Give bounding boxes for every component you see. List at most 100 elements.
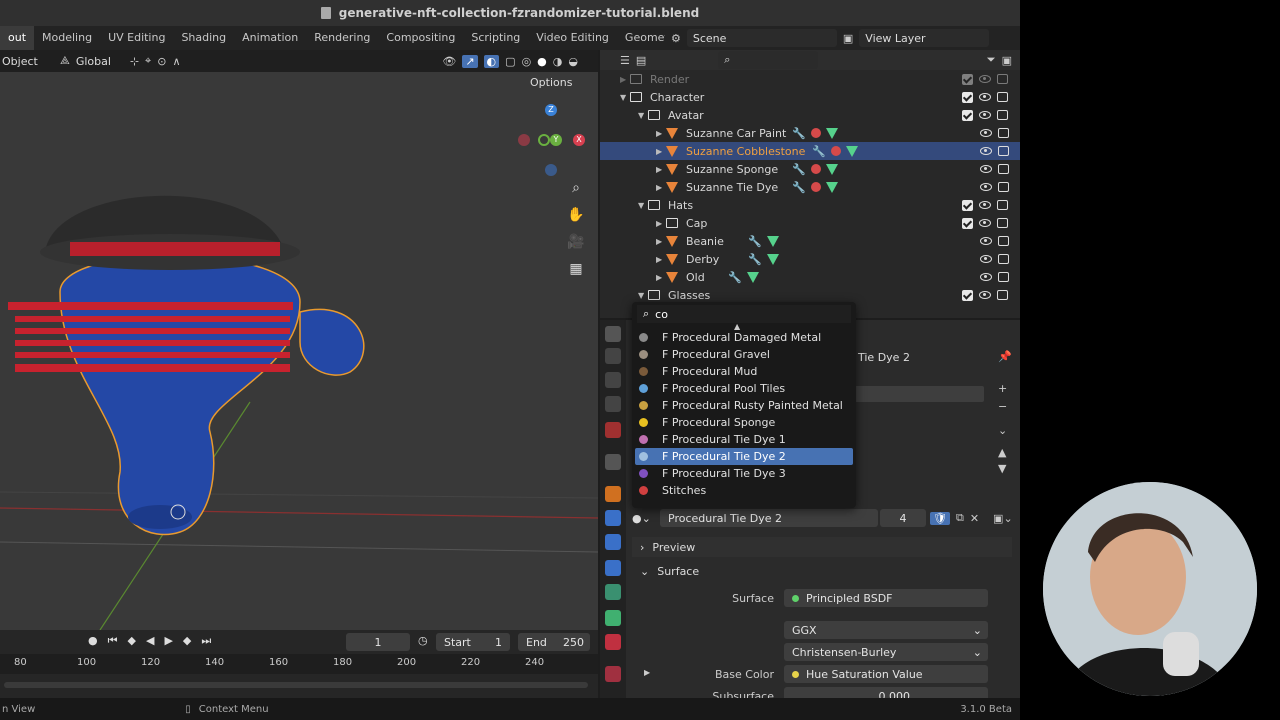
collapse-icon[interactable]: ▶ xyxy=(656,255,666,264)
scene-tab-icon[interactable] xyxy=(605,396,621,412)
exclude-checkbox[interactable] xyxy=(962,73,973,85)
eye-icon[interactable] xyxy=(980,165,992,173)
expand-icon[interactable]: ▼ xyxy=(638,201,648,210)
prev-keyframe-icon[interactable]: ◆ xyxy=(128,634,136,648)
play-icon[interactable]: ▶ xyxy=(164,634,172,648)
shading-material-icon[interactable]: ◑ xyxy=(553,55,563,68)
constraints-tab-icon[interactable] xyxy=(605,584,621,600)
dropdown-item[interactable]: Stitches xyxy=(635,482,853,499)
expand-icon[interactable]: ▼ xyxy=(620,93,630,102)
xray-icon[interactable]: ▢ xyxy=(505,55,515,68)
frame-end-field[interactable]: End 250 xyxy=(518,633,590,651)
material-icon[interactable] xyxy=(810,182,821,192)
add-slot-button[interactable]: + xyxy=(998,382,1007,395)
outliner-row-old[interactable]: ▶ Old 🔧 xyxy=(600,268,1020,286)
suzanne-model[interactable] xyxy=(8,195,365,536)
tab-compositing[interactable]: Compositing xyxy=(378,26,463,50)
visibility-icon[interactable]: 👁 xyxy=(442,55,456,68)
render-toggle-icon[interactable] xyxy=(998,128,1009,138)
tab-scripting[interactable]: Scripting xyxy=(463,26,528,50)
render-toggle-icon[interactable] xyxy=(998,236,1009,246)
zoom-icon[interactable]: ⌕ xyxy=(564,176,588,200)
modifier-icon[interactable]: 🔧 xyxy=(748,253,762,266)
material-tab-icon[interactable] xyxy=(605,634,621,650)
jump-start-icon[interactable]: ⏮ xyxy=(108,634,118,648)
tab-video-editing[interactable]: Video Editing xyxy=(528,26,617,50)
outliner-row-suzanne-car-paint[interactable]: ▶ Suzanne Car Paint 🔧 xyxy=(600,124,1020,142)
modifier-icon[interactable]: 🔧 xyxy=(812,145,826,158)
material-icon[interactable] xyxy=(830,146,841,156)
material-icon[interactable] xyxy=(810,128,821,138)
scene-field[interactable]: Scene xyxy=(686,29,837,47)
gizmo-x-axis[interactable]: X xyxy=(573,134,585,146)
overlay-toggle-icon[interactable]: ◐ xyxy=(483,54,500,68)
exclude-checkbox[interactable] xyxy=(962,217,973,229)
view-layer-field[interactable]: View Layer xyxy=(859,29,990,47)
mesh-data-icon[interactable] xyxy=(766,253,779,265)
outliner-row-derby[interactable]: ▶ Derby 🔧 xyxy=(600,250,1020,268)
eye-icon[interactable] xyxy=(980,255,992,263)
timeline-scrollbar[interactable] xyxy=(4,682,588,688)
mesh-data-icon[interactable] xyxy=(825,127,838,139)
shading-wireframe-icon[interactable]: ◎ xyxy=(522,55,532,68)
gizmo-y-axis[interactable]: Y xyxy=(550,134,562,146)
render-toggle-icon[interactable] xyxy=(997,218,1008,228)
mesh-data-icon[interactable] xyxy=(845,145,858,157)
eye-icon[interactable] xyxy=(979,219,991,227)
mesh-data-icon[interactable] xyxy=(766,235,779,247)
camera-view-icon[interactable]: 🎥 xyxy=(564,230,588,254)
outliner-row-beanie[interactable]: ▶ Beanie 🔧 xyxy=(600,232,1020,250)
subsurface-method-select[interactable]: Christensen-Burley ⌄ xyxy=(784,643,988,661)
gizmo-neg-z[interactable] xyxy=(545,164,557,176)
eye-icon[interactable] xyxy=(980,147,992,155)
eye-icon[interactable] xyxy=(980,237,992,245)
dropdown-item[interactable]: F Procedural Rusty Painted Metal xyxy=(635,397,853,414)
subsurface-field[interactable]: 0.000 xyxy=(784,687,988,698)
outliner-row-suzanne-cobblestone[interactable]: ▶ Suzanne Cobblestone 🔧 xyxy=(600,142,1020,160)
eye-icon[interactable] xyxy=(980,183,992,191)
transform-orientation-select[interactable]: Global xyxy=(76,55,124,68)
base-color-field[interactable]: Hue Saturation Value xyxy=(784,665,988,683)
gizmo-z-axis[interactable]: Z xyxy=(545,104,557,116)
scene-icon[interactable]: ⚙ xyxy=(671,32,681,45)
render-toggle-icon[interactable] xyxy=(997,110,1008,120)
snap-icon[interactable]: ⌖ xyxy=(145,54,151,68)
tab-uv-editing[interactable]: UV Editing xyxy=(100,26,173,50)
proportional-edit-icon[interactable]: ⊙ xyxy=(157,55,166,68)
eye-icon[interactable] xyxy=(979,75,991,83)
particles-tab-icon[interactable] xyxy=(605,534,621,550)
outliner-search-input[interactable]: ⌕ xyxy=(718,51,819,69)
render-toggle-icon[interactable] xyxy=(997,290,1008,300)
falloff-icon[interactable]: ∧ xyxy=(172,55,180,68)
eye-icon[interactable] xyxy=(979,291,991,299)
dropdown-item[interactable]: F Procedural Sponge xyxy=(635,414,853,431)
material-icon[interactable] xyxy=(810,164,821,174)
exclude-checkbox[interactable] xyxy=(962,289,973,301)
render-toggle-icon[interactable] xyxy=(997,200,1008,210)
render-toggle-icon[interactable] xyxy=(998,182,1009,192)
eye-icon[interactable] xyxy=(979,111,991,119)
outliner-row-cap[interactable]: ▶ Cap xyxy=(600,214,1020,232)
mode-label[interactable]: Object xyxy=(2,55,54,68)
keyframe-icon[interactable]: ● xyxy=(88,634,98,648)
move-slot-down-icon[interactable]: ▼ xyxy=(998,462,1006,475)
expand-icon[interactable]: ▼ xyxy=(638,291,648,300)
gizmo-neg-x[interactable] xyxy=(518,134,530,146)
remove-slot-button[interactable]: − xyxy=(998,400,1007,413)
mesh-data-icon[interactable] xyxy=(746,271,759,283)
next-keyframe-icon[interactable]: ◆ xyxy=(183,634,191,648)
frame-ruler[interactable]: 80 100 120 140 160 180 200 220 240 xyxy=(0,654,598,674)
surface-panel-header[interactable]: ⌄ Surface xyxy=(632,561,1012,581)
render-toggle-icon[interactable] xyxy=(997,92,1008,102)
exclude-checkbox[interactable] xyxy=(962,91,973,103)
dropdown-item[interactable]: F Procedural Mud xyxy=(635,363,853,380)
collapse-icon[interactable]: ▶ xyxy=(656,183,666,192)
material-name-field[interactable]: Procedural Tie Dye 2 xyxy=(660,509,878,527)
render-toggle-icon[interactable] xyxy=(997,74,1008,84)
exclude-checkbox[interactable] xyxy=(962,199,973,211)
eye-icon[interactable] xyxy=(980,273,992,281)
collapse-icon[interactable]: ▶ xyxy=(656,273,666,282)
tab-shading[interactable]: Shading xyxy=(173,26,234,50)
exclude-checkbox[interactable] xyxy=(962,109,973,121)
mesh-data-icon[interactable] xyxy=(825,163,838,175)
